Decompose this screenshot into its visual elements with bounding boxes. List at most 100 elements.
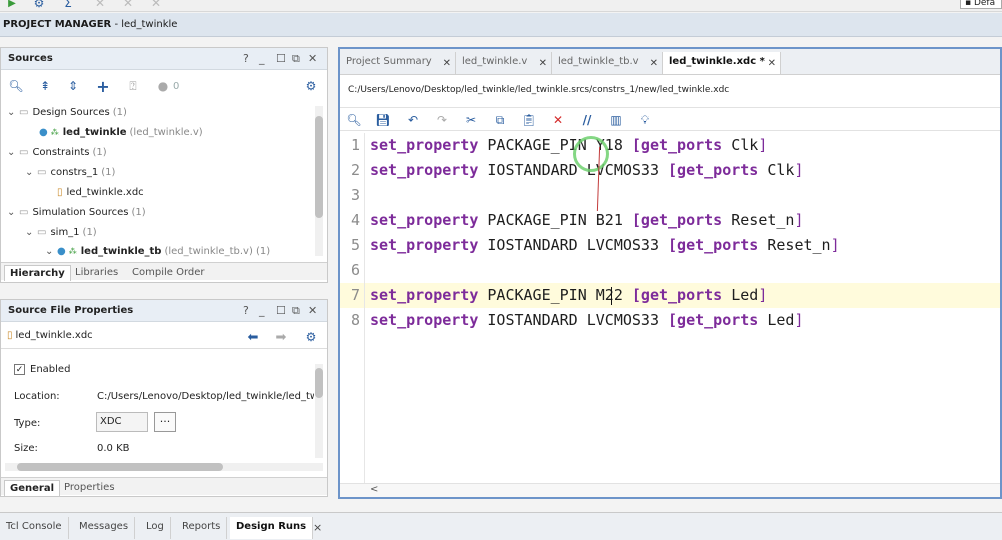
paste-icon[interactable]: 📋︎ [521, 112, 537, 128]
code-arg: Clk [722, 136, 759, 154]
tree-constrs-1[interactable]: ⌄ ▭ constrs_1 (1) [25, 163, 115, 181]
scroll-left-arrow[interactable]: < [370, 484, 378, 495]
back-arrow-icon[interactable]: ⬅ [245, 330, 261, 345]
props-scrollbar-h[interactable] [5, 463, 323, 471]
editor-hscroll[interactable]: < [340, 483, 1000, 497]
tree-constraints[interactable]: ⌄ ▭ Constraints (1) [7, 143, 107, 161]
tab-libraries[interactable]: Libraries [70, 265, 123, 281]
properties-panel: Source File Properties ? _ ☐ ⧉ ✕ ▯ led_tw… [0, 299, 328, 497]
divider [1, 348, 327, 349]
delete-icon[interactable]: ✕ [550, 112, 566, 128]
layout-button[interactable]: ▪ Defa [960, 0, 1002, 9]
bulb-icon[interactable]: 💡︎ [637, 112, 653, 128]
bracket: ] [794, 311, 804, 329]
gear-icon[interactable]: ⚙ [33, 0, 45, 10]
close-icon[interactable]: ✕ [443, 58, 451, 69]
settings-icon[interactable]: ⚙ [303, 78, 319, 94]
tool-icon[interactable]: ✕ [94, 0, 106, 10]
close-icon[interactable]: ✕ [539, 58, 547, 69]
tree-label: led_twinkle_tb [80, 245, 162, 257]
tree-scrollbar[interactable] [315, 106, 323, 256]
code-text: PACKAGE_PIN B21 [478, 211, 632, 229]
sources-title: Sources [8, 53, 53, 64]
code-line: 4 set_property PACKAGE_PIN B21 [get_ports… [340, 208, 1000, 233]
close-icon[interactable]: ✕ [308, 304, 317, 317]
close-icon[interactable]: ✕ [650, 58, 658, 69]
unknown-icon[interactable]: ⍰ [125, 78, 141, 94]
enabled-checkbox[interactable]: ✓ [14, 364, 25, 375]
tab-general[interactable]: General [4, 480, 60, 496]
code-line-current: 7 set_property PACKAGE_PIN M22 [get_ports… [340, 283, 1000, 308]
minimize-icon[interactable]: _ [259, 304, 265, 317]
tab-led-twinkle-v[interactable]: led_twinkle.v ✕ [456, 52, 552, 74]
close-icon[interactable]: ✕ [768, 58, 776, 69]
tab-reports[interactable]: Reports [176, 517, 228, 539]
tool2-icon[interactable]: ✕ [122, 0, 134, 10]
command: [get_ports [668, 161, 759, 179]
forward-arrow-icon[interactable]: ➡ [273, 330, 289, 345]
tab-design-runs[interactable]: Design Runs [230, 517, 314, 539]
search-icon[interactable]: 🔍︎ [346, 112, 362, 128]
expand-all-icon[interactable]: ⇕ [65, 78, 81, 94]
props-scrollbar-v[interactable] [315, 364, 323, 458]
comment-icon[interactable]: // [579, 112, 595, 128]
redo-icon[interactable]: ↷ [434, 112, 450, 128]
collapse-all-icon[interactable]: ⇞ [37, 78, 53, 94]
float-icon[interactable]: ⧉ [292, 304, 300, 318]
tree-label: sim_1 [50, 226, 80, 238]
sigma-icon[interactable]: Σ [62, 0, 74, 10]
properties-header: Source File Properties ? _ ☐ ⧉ ✕ [1, 300, 327, 322]
tab-hierarchy[interactable]: Hierarchy [4, 265, 71, 281]
type-field[interactable]: XDC [96, 412, 148, 432]
tree-led-twinkle-tb[interactable]: ⌄ ● ⁂ led_twinkle_tb (led_twinkle_tb.v) (1) [45, 242, 270, 260]
editor-toolbar: 🔍︎ 💾︎ ↶ ↷ ✂ ⧉ 📋︎ ✕ // ▥ 💡︎ [340, 107, 1000, 131]
bracket: ] [794, 211, 804, 229]
tree-label: led_twinkle [62, 126, 127, 138]
code-arg: Reset_n [722, 211, 795, 229]
tree-simulation-sources[interactable]: ⌄ ▭ Simulation Sources (1) [7, 203, 146, 221]
undo-icon[interactable]: ↶ [405, 112, 421, 128]
type-more-button[interactable]: ··· [154, 412, 176, 432]
keyword: set_property [370, 236, 479, 254]
type-label: Type: [14, 418, 41, 429]
minimize-icon[interactable]: _ [259, 52, 265, 65]
tab-messages[interactable]: Messages [73, 517, 136, 539]
tree-led-twinkle-xdc[interactable]: ▯ led_twinkle.xdc [57, 183, 144, 201]
code-area[interactable]: 1 set_property PACKAGE_PIN Y18 [get_ports… [340, 133, 1000, 483]
cut-icon[interactable]: ✂ [463, 112, 479, 128]
add-icon[interactable]: + [95, 77, 111, 96]
restore-icon[interactable]: ☐ [276, 52, 286, 65]
tab-log[interactable]: Log [140, 517, 171, 539]
float-icon[interactable]: ⧉ [292, 52, 300, 66]
tool3-icon[interactable]: ✕ [150, 0, 162, 10]
tab-tcl-console[interactable]: Tcl Console [0, 517, 69, 539]
line-number: 2 [350, 161, 360, 179]
run-icon[interactable]: ▶ [6, 0, 18, 9]
code-line: 5 set_property IOSTANDARD LVCMOS33 [get_p… [340, 233, 1000, 258]
tree-label: Simulation Sources [32, 206, 129, 218]
tab-properties[interactable]: Properties [59, 480, 120, 496]
tab-compile-order[interactable]: Compile Order [127, 265, 210, 281]
tab-project-summary[interactable]: Project Summary ✕ [340, 52, 456, 74]
close-icon[interactable]: × [313, 521, 322, 534]
tree-design-sources[interactable]: ⌄ ▭ Design Sources (1) [7, 103, 127, 121]
tree-label: led_twinkle.xdc [66, 186, 144, 198]
save-icon[interactable]: 💾︎ [375, 112, 391, 128]
tree-sub: (1) [92, 146, 107, 158]
search-icon[interactable]: 🔍︎ [8, 78, 24, 94]
tree-led-twinkle[interactable]: ● ⁂ led_twinkle (led_twinkle.v) [39, 123, 203, 141]
copy-icon[interactable]: ⧉ [492, 112, 508, 128]
tab-label: Project Summary [346, 56, 432, 67]
columns-icon[interactable]: ▥ [608, 112, 624, 128]
close-icon[interactable]: ✕ [308, 52, 317, 65]
code-line: 6 [340, 258, 1000, 283]
help-icon[interactable]: ? [243, 52, 249, 65]
status-dot-icon: ● [157, 79, 169, 93]
tree-label: Constraints [32, 146, 90, 158]
tab-led-twinkle-xdc[interactable]: led_twinkle.xdc * ✕ [663, 52, 781, 74]
restore-icon[interactable]: ☐ [276, 304, 286, 317]
tree-sim-1[interactable]: ⌄ ▭ sim_1 (1) [25, 223, 97, 241]
help-icon[interactable]: ? [243, 304, 249, 317]
tab-led-twinkle-tb-v[interactable]: led_twinkle_tb.v ✕ [552, 52, 663, 74]
settings-icon[interactable]: ⚙ [303, 330, 319, 344]
